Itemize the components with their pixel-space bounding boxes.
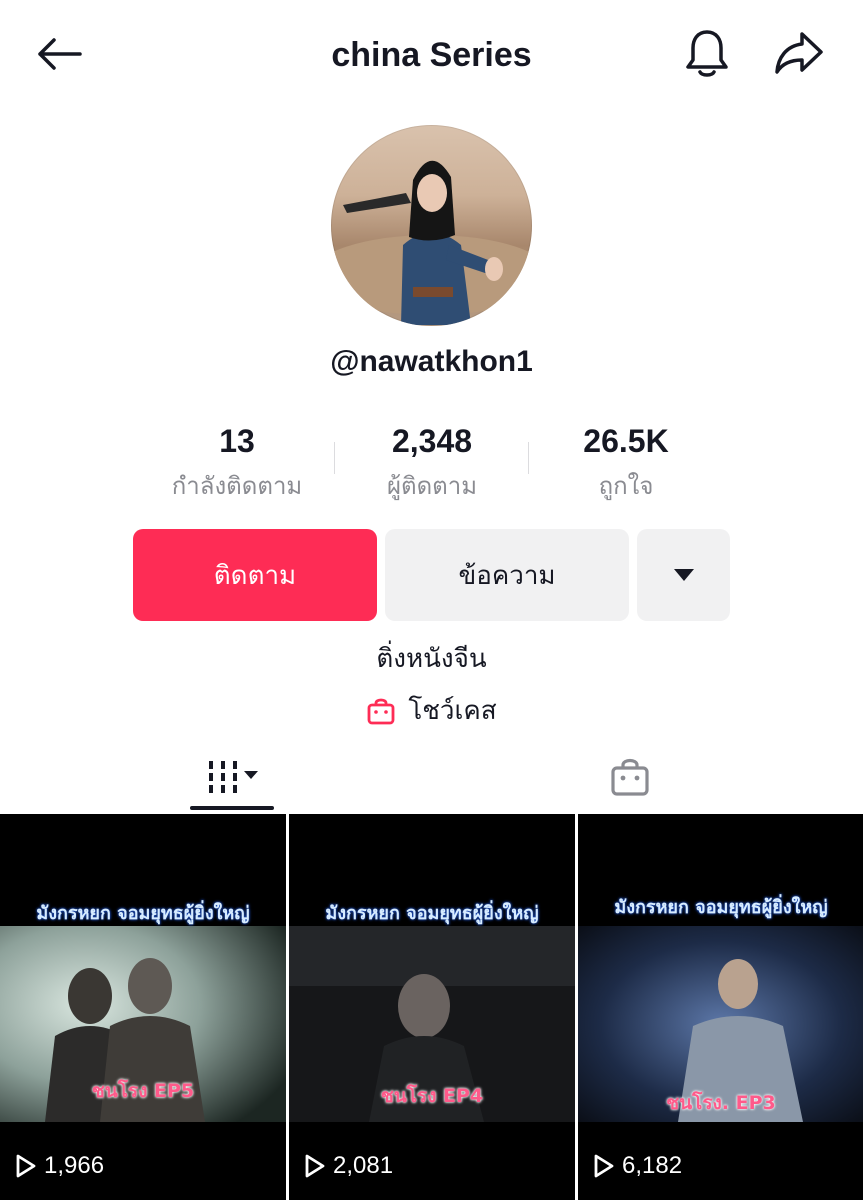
stat-likes[interactable]: 26.5K ถูกใจ: [529, 418, 723, 508]
view-count: 2,081: [305, 1152, 393, 1180]
video-episode: ชนโรง EP4: [380, 1085, 484, 1107]
video-episode: ชนโรง. EP3: [666, 1092, 776, 1114]
video-tile[interactable]: มังกรหยก จอมยุทธผู้ยิ่งใหญ่ ชนโรง. EP3 6…: [578, 814, 863, 1200]
follow-button[interactable]: ติดตาม: [133, 529, 377, 621]
stat-label: กำลังติดตาม: [171, 472, 303, 500]
video-grid: มังกรหยก จอมยุทธผู้ยิ่งใหญ่ ชนโรง EP5 1,…: [0, 814, 863, 1200]
stat-label: ผู้ติดตาม: [386, 472, 478, 500]
stat-value: 2,348: [391, 423, 473, 459]
play-icon: [305, 1154, 325, 1178]
stat-following[interactable]: 13 กำลังติดตาม: [140, 418, 334, 508]
shopping-bag-icon: [367, 698, 395, 725]
video-tile[interactable]: มังกรหยก จอมยุทธผู้ยิ่งใหญ่ ชนโรง EP5 1,…: [0, 814, 286, 1200]
video-tile[interactable]: มังกรหยก จอมยุทธผู้ยิ่งใหญ่ ชนโรง EP4 2,…: [289, 814, 575, 1200]
stat-value: 13: [219, 423, 255, 459]
stat-label: ถูกใจ: [598, 472, 654, 500]
video-headline: มังกรหยก จอมยุทธผู้ยิ่งใหญ่: [325, 903, 539, 924]
showcase-label: โชว์เคส: [408, 696, 497, 726]
video-grid-icon: [209, 761, 258, 793]
video-headline: มังกรหยก จอมยุทธผู้ยิ่งใหญ่: [36, 903, 250, 924]
view-count: 1,966: [16, 1152, 104, 1180]
play-icon: [594, 1154, 614, 1178]
active-tab-indicator: [190, 806, 274, 810]
video-headline: มังกรหยก จอมยุทธผู้ยิ่งใหญ่: [614, 897, 828, 918]
notification-button[interactable]: [680, 25, 734, 81]
more-options-button[interactable]: [637, 529, 730, 621]
view-count-value: 1,966: [44, 1152, 105, 1179]
top-bar: china Series: [0, 0, 863, 110]
username: @nawatkhon1: [330, 345, 533, 378]
stat-followers[interactable]: 2,348 ผู้ติดตาม: [335, 418, 529, 508]
dropdown-icon: [673, 569, 694, 581]
bell-icon: [686, 30, 728, 77]
view-count-value: 6,182: [622, 1152, 683, 1179]
page-title: china Series: [331, 36, 532, 74]
video-episode: ชนโรง EP5: [91, 1080, 195, 1102]
stat-value: 26.5K: [583, 423, 669, 459]
avatar[interactable]: [331, 125, 532, 326]
play-icon: [16, 1154, 36, 1178]
shopping-bag-icon: [611, 758, 649, 796]
showcase-link[interactable]: โชว์เคส: [200, 690, 663, 732]
tab-shop[interactable]: [530, 740, 730, 814]
view-count-value: 2,081: [333, 1152, 394, 1179]
share-icon: [775, 32, 823, 74]
back-arrow-icon: [38, 38, 82, 70]
tab-videos[interactable]: [130, 740, 330, 814]
stats-row: 13 กำลังติดตาม 2,348 ผู้ติดตาม 26.5K ถูก…: [140, 418, 723, 508]
content-tabs: [0, 740, 863, 814]
view-count: 6,182: [594, 1152, 682, 1180]
avatar-portrait-image: [331, 160, 532, 325]
message-button[interactable]: ข้อความ: [385, 529, 629, 621]
share-button[interactable]: [770, 27, 828, 79]
back-button[interactable]: [30, 30, 88, 78]
bio-text: ติ่งหนังจีน: [376, 644, 487, 674]
